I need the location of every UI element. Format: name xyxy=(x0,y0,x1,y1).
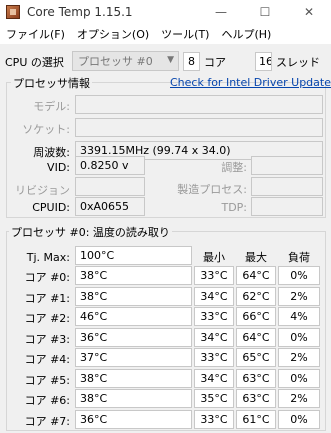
core-max: 63°C xyxy=(236,369,276,388)
cpuid-label: CPUID: xyxy=(32,201,70,214)
socket-field xyxy=(75,118,323,137)
core-label: コア #3: xyxy=(24,333,70,346)
minimize-icon[interactable]: — xyxy=(199,0,243,24)
vid-field: 0.8250 v xyxy=(75,156,145,175)
revision-field xyxy=(75,177,145,196)
core-temp: 38°C xyxy=(75,389,192,408)
core-label: コア #2: xyxy=(24,312,70,325)
driver-update-link[interactable]: Check for Intel Driver Updates xyxy=(170,76,331,89)
core-temp: 38°C xyxy=(75,369,192,388)
core-temp: 38°C xyxy=(75,266,192,285)
core-max: 64°C xyxy=(236,328,276,347)
core-load: 2% xyxy=(278,348,320,367)
core-load: 0% xyxy=(278,266,320,285)
core-min: 33°C xyxy=(194,307,234,326)
threads-label: スレッド xyxy=(276,56,320,69)
min-column-header: 最小 xyxy=(203,251,225,264)
tdp-label: TDP: xyxy=(221,201,247,214)
socket-label: ソケット: xyxy=(22,123,70,136)
core-load: 0% xyxy=(278,328,320,347)
process-field xyxy=(251,177,323,196)
adjust-label: 調整: xyxy=(221,161,247,174)
core-label: コア #7: xyxy=(24,415,70,428)
core-min: 33°C xyxy=(194,348,234,367)
revision-label: リビジョン xyxy=(15,184,70,197)
core-load: 0% xyxy=(278,410,320,429)
core-temp: 36°C xyxy=(75,410,192,429)
core-load: 2% xyxy=(278,287,320,306)
cpuid-field: 0xA0655 xyxy=(75,197,145,216)
core-label: コア #0: xyxy=(24,271,70,284)
model-label: モデル: xyxy=(33,100,70,113)
menu-help[interactable]: ヘルプ(H) xyxy=(215,26,277,42)
tdp-field xyxy=(251,197,323,216)
core-min: 34°C xyxy=(194,287,234,306)
processor-dropdown-value: プロセッサ #0 xyxy=(78,55,153,68)
core-temp-app-icon xyxy=(6,5,20,19)
core-max: 62°C xyxy=(236,287,276,306)
core-load: 4% xyxy=(278,307,320,326)
process-label: 製造プロセス: xyxy=(177,183,247,196)
load-column-header: 負荷 xyxy=(288,251,310,264)
menu-file[interactable]: ファイル(F) xyxy=(0,26,71,42)
core-temp: 36°C xyxy=(75,328,192,347)
core-max: 61°C xyxy=(236,410,276,429)
core-max: 63°C xyxy=(236,389,276,408)
max-column-header: 最大 xyxy=(245,251,267,264)
frequency-label: 周波数: xyxy=(33,146,70,159)
adjust-field xyxy=(251,156,323,175)
window-title: Core Temp 1.15.1 xyxy=(27,5,133,19)
core-min: 33°C xyxy=(194,410,234,429)
core-load: 2% xyxy=(278,389,320,408)
core-load: 0% xyxy=(278,369,320,388)
model-field xyxy=(75,95,323,114)
menu-tools[interactable]: ツール(T) xyxy=(155,26,215,42)
vid-label: VID: xyxy=(47,161,70,174)
core-max: 64°C xyxy=(236,266,276,285)
core-max: 66°C xyxy=(236,307,276,326)
core-label: コア #6: xyxy=(24,394,70,407)
core-temp: 46°C xyxy=(75,307,192,326)
menu-bar: ファイル(F) オプション(O) ツール(T) ヘルプ(H) xyxy=(0,24,331,44)
window-controls: — ☐ ✕ xyxy=(199,0,331,24)
core-min: 34°C xyxy=(194,328,234,347)
tj-max-label: Tj. Max: xyxy=(26,251,70,264)
core-temp: 38°C xyxy=(75,287,192,306)
processor-info-title: プロセッサ情報 xyxy=(11,75,92,91)
close-icon[interactable]: ✕ xyxy=(287,0,331,24)
core-temp: 37°C xyxy=(75,348,192,367)
chevron-down-icon: ▼ xyxy=(167,55,174,65)
processor-dropdown[interactable]: プロセッサ #0 ▼ xyxy=(72,51,179,71)
temperature-title: プロセッサ #0: 温度の読み取り xyxy=(9,224,172,240)
maximize-icon[interactable]: ☐ xyxy=(243,0,287,24)
cpu-select-label: CPU の選択 xyxy=(5,56,64,69)
threads-count: 16 xyxy=(255,52,272,71)
cores-label: コア xyxy=(204,56,226,69)
core-label: コア #1: xyxy=(24,292,70,305)
core-min: 35°C xyxy=(194,389,234,408)
core-min: 34°C xyxy=(194,369,234,388)
menu-options[interactable]: オプション(O) xyxy=(71,26,155,42)
cores-count: 8 xyxy=(183,52,200,71)
core-label: コア #4: xyxy=(24,353,70,366)
core-max: 65°C xyxy=(236,348,276,367)
core-min: 33°C xyxy=(194,266,234,285)
core-label: コア #5: xyxy=(24,374,70,387)
title-bar: Core Temp 1.15.1 — ☐ ✕ xyxy=(0,0,331,24)
tj-max-value: 100°C xyxy=(75,246,192,265)
